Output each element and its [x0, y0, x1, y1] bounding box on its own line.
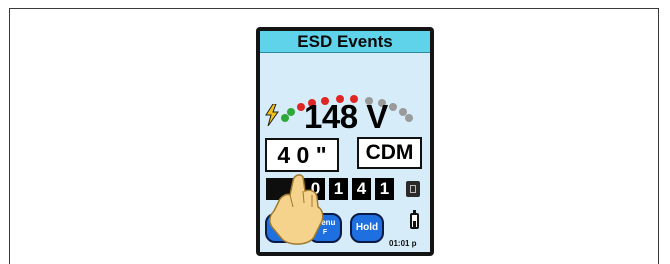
battery-icon	[410, 210, 419, 229]
menu-button-key: F	[322, 229, 328, 236]
display-icon	[406, 181, 420, 197]
hold-button[interactable]: Hold	[350, 213, 384, 243]
counter-leading-digits	[266, 178, 306, 200]
clock-readout: 01:01 p	[389, 239, 417, 248]
reset-button[interactable]: Reset C	[265, 213, 299, 243]
counter-digit: 1	[375, 178, 394, 200]
gauge-dot-grey	[405, 113, 414, 122]
distance-display: 4 0 "	[265, 138, 339, 172]
counter-digit: 1	[329, 178, 348, 200]
voltage-readout: 148 V	[304, 98, 388, 135]
reset-button-key: C	[279, 229, 285, 236]
mode-display: CDM	[357, 137, 422, 169]
screen-title: ESD Events	[260, 31, 430, 53]
counter-digit: 4	[352, 178, 371, 200]
reset-button-label: Reset	[271, 218, 293, 227]
menu-button[interactable]: Menu F	[308, 213, 342, 243]
menu-button-label: Menu	[314, 218, 336, 227]
lightning-bolt-icon	[265, 104, 279, 126]
device-screen: ESD Events 148 V 4 0 " CDM 0 1 4 1 Reset…	[260, 31, 430, 252]
gauge-dot-green	[287, 108, 296, 116]
counter-digit: 0	[306, 178, 325, 200]
gauge-dot-grey	[389, 103, 398, 112]
